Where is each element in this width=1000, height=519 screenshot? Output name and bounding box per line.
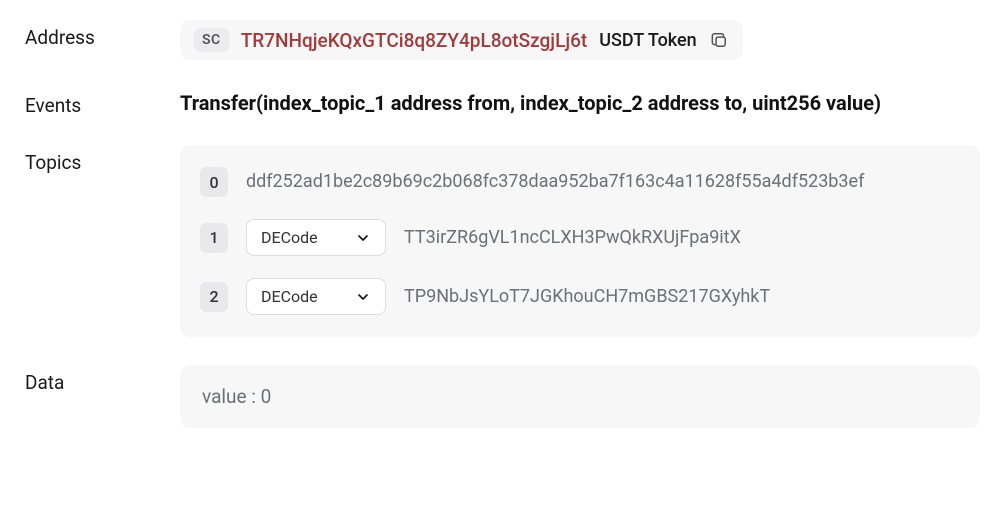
label-events: Events xyxy=(25,88,180,117)
data-key-value: value : 0 xyxy=(202,385,271,408)
decode-label: DECode xyxy=(261,228,318,247)
topic-index-badge: 2 xyxy=(200,282,228,312)
decode-dropdown-1[interactable]: DECode xyxy=(246,219,386,256)
topic-index-badge: 1 xyxy=(200,223,228,253)
decode-label: DECode xyxy=(261,287,318,306)
topic-hash-0: ddf252ad1be2c89b69c2b068fc378daa952ba7f1… xyxy=(246,170,864,193)
token-name: USDT Token xyxy=(599,30,696,51)
sc-badge: SC xyxy=(194,28,229,52)
decode-dropdown-2[interactable]: DECode xyxy=(246,278,386,315)
label-topics: Topics xyxy=(25,145,180,174)
data-key: value xyxy=(202,385,247,408)
topic-row-0: 0 ddf252ad1be2c89b69c2b068fc378daa952ba7… xyxy=(200,167,960,197)
address-box: SC TR7NHqjeKQxGTCi8q8ZY4pL8otSzgjLj6t US… xyxy=(180,20,743,60)
event-signature: Transfer(index_topic_1 address from, ind… xyxy=(180,88,980,117)
chevron-down-icon xyxy=(355,230,371,246)
topic-decoded-1: TT3irZR6gVL1ncCLXH3PwQkRXUjFpa9itX xyxy=(404,226,741,249)
copy-icon[interactable] xyxy=(709,30,729,50)
topic-index-badge: 0 xyxy=(200,167,228,197)
topics-panel: 0 ddf252ad1be2c89b69c2b068fc378daa952ba7… xyxy=(180,145,980,337)
topic-row-1: 1 DECode TT3irZR6gVL1ncCLXH3PwQkRXUjFpa9… xyxy=(200,219,960,256)
topic-row-2: 2 DECode TP9NbJsYLoT7JGKhouCH7mGBS217GXy… xyxy=(200,278,960,315)
chevron-down-icon xyxy=(355,289,371,305)
label-data: Data xyxy=(25,365,180,394)
label-address: Address xyxy=(25,20,180,49)
contract-address[interactable]: TR7NHqjeKQxGTCi8q8ZY4pL8otSzgjLj6t xyxy=(241,29,588,52)
data-panel: value : 0 xyxy=(180,365,980,428)
topic-decoded-2: TP9NbJsYLoT7JGKhouCH7mGBS217GXyhkT xyxy=(404,285,770,308)
data-sep: : xyxy=(247,385,261,408)
data-value: 0 xyxy=(261,385,272,408)
